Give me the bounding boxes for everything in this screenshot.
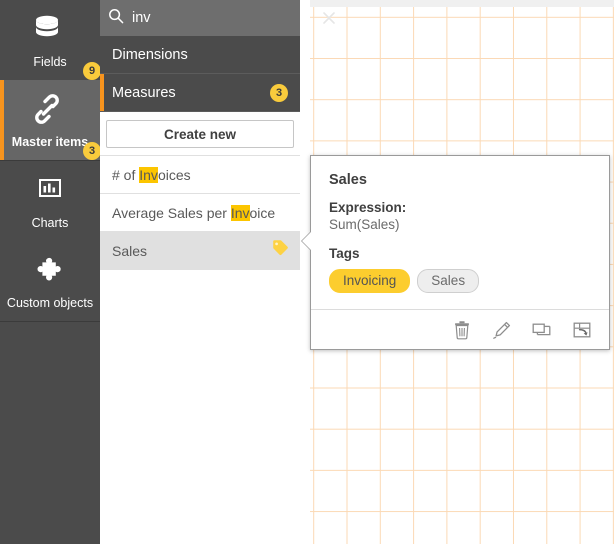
create-new-button[interactable]: Create new (106, 120, 294, 148)
fields-count-badge: 9 (83, 62, 101, 80)
puzzle-piece-icon (28, 253, 72, 287)
list-item[interactable]: Sales (100, 232, 300, 270)
section-dimensions[interactable]: Dimensions (100, 36, 300, 74)
qlik-sense-editor: When you hav 9 Fields (0, 0, 614, 544)
sheet-toolbar-strip (310, 0, 614, 7)
sidebar-item-custom-objects[interactable]: Custom objects (0, 241, 100, 321)
duplicate-icon[interactable] (529, 317, 555, 343)
expression-label: Expression: (329, 200, 591, 215)
section-label: Dimensions (112, 47, 288, 63)
tags-label: Tags (329, 246, 591, 261)
popover-title: Sales (329, 172, 591, 188)
asset-panel-rail: 9 Fields 3 Master items (0, 0, 100, 544)
measures-count-badge: 3 (270, 84, 288, 102)
rail-divider (0, 321, 100, 322)
master-item-detail-popover: Sales Expression: Sum(Sales) Tags Invoic… (310, 155, 610, 350)
tag-icon (270, 238, 290, 263)
close-icon[interactable] (319, 8, 339, 28)
master-items-count-badge: 3 (83, 142, 101, 160)
delete-icon[interactable] (449, 317, 475, 343)
tags-list: Invoicing Sales (329, 269, 591, 293)
tag-chip-sales[interactable]: Sales (417, 269, 479, 293)
sidebar-item-label: Custom objects (0, 296, 100, 311)
bar-chart-icon (28, 173, 72, 207)
list-item[interactable]: Average Sales per Invoice (100, 194, 300, 232)
section-measures[interactable]: Measures 3 (100, 74, 300, 112)
list-item[interactable]: # of Invoices (100, 156, 300, 194)
expression-value: Sum(Sales) (329, 217, 591, 232)
popover-body: Sales Expression: Sum(Sales) Tags Invoic… (311, 156, 609, 309)
create-new-container: Create new (100, 112, 300, 155)
tag-chip-invoicing[interactable]: Invoicing (329, 269, 410, 293)
search-input[interactable] (132, 10, 319, 26)
popover-actions (311, 309, 609, 349)
search-bar[interactable] (100, 0, 300, 36)
search-icon (108, 8, 124, 29)
sidebar-item-label: Charts (0, 216, 100, 231)
measure-name: Average Sales per Invoice (112, 205, 290, 221)
edit-pencil-icon[interactable] (489, 317, 515, 343)
measure-name: Sales (112, 243, 270, 259)
popover-arrow (302, 232, 311, 250)
sidebar-item-master-items[interactable]: 3 Master items (0, 80, 100, 160)
sidebar-item-fields[interactable]: 9 Fields (0, 0, 100, 80)
add-to-sheet-icon[interactable] (569, 317, 595, 343)
measures-list: # of Invoices Average Sales per Invoice … (100, 155, 300, 270)
section-label: Measures (112, 85, 270, 101)
stacked-coins-icon (28, 12, 72, 46)
measure-name: # of Invoices (112, 167, 290, 183)
link-chain-icon (28, 92, 72, 126)
sidebar-item-charts[interactable]: Charts (0, 161, 100, 241)
master-items-panel: Dimensions Measures 3 Create new # of In… (100, 0, 300, 544)
